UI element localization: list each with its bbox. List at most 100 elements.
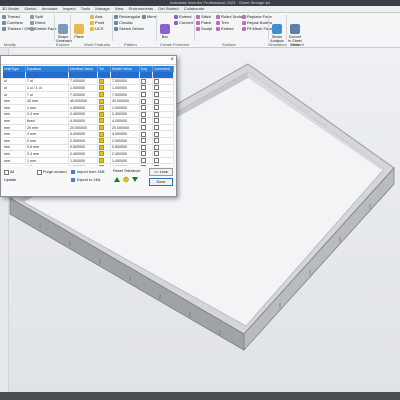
- cell-comment[interactable]: [152, 157, 174, 165]
- tab-get-started[interactable]: Get Started: [156, 6, 180, 12]
- cell-nominal-value[interactable]: 1.000000: [68, 84, 98, 92]
- table-row[interactable]: mm 4 mm 4.000000 4.000000: [3, 130, 174, 138]
- cell-model-value[interactable]: 1.200000: [110, 163, 140, 166]
- cell-tolerance[interactable]: [97, 150, 111, 158]
- cell-comment[interactable]: [152, 124, 174, 132]
- table-row[interactable]: mm1.2 mm1.2000001.200000: [3, 163, 174, 166]
- axis-button[interactable]: Axis: [90, 14, 103, 19]
- tolerance-dot-icon[interactable]: [99, 92, 104, 98]
- cell-key[interactable]: [139, 117, 153, 125]
- cell-comment[interactable]: [152, 163, 174, 166]
- cell-comment[interactable]: [152, 97, 174, 105]
- cell-nominal-value[interactable]: 4.000000: [68, 117, 98, 125]
- cell-model-value[interactable]: 1.000000: [110, 104, 140, 112]
- cell-equation[interactable]: 2 mm: [25, 137, 69, 145]
- export-checkbox[interactable]: [154, 111, 159, 117]
- cell-nominal-value[interactable]: 1.200000: [68, 163, 98, 166]
- cell-nominal-value[interactable]: 7.000000: [68, 78, 98, 86]
- cell-equation[interactable]: 1 ul / 1 ul: [25, 84, 69, 92]
- table-row[interactable]: mm fixed 4.000000 4.000000: [3, 117, 174, 125]
- cell-model-value[interactable]: 0.600000: [110, 144, 140, 152]
- cell-nominal-value[interactable]: 7.000000: [68, 91, 98, 99]
- cell-key[interactable]: [139, 97, 153, 105]
- cell-unit[interactable]: mm: [3, 117, 26, 125]
- tolerance-dot-icon[interactable]: [99, 164, 104, 166]
- export-checkbox[interactable]: [154, 85, 159, 91]
- done-button[interactable]: Done: [149, 178, 173, 186]
- point-button[interactable]: Point: [90, 20, 104, 25]
- key-checkbox[interactable]: [141, 92, 146, 98]
- cell-unit[interactable]: mm: [3, 157, 26, 165]
- extend-surface-button[interactable]: Extend: [216, 26, 233, 31]
- cell-key[interactable]: [139, 163, 153, 166]
- combine-button[interactable]: Combine: [2, 20, 23, 25]
- key-checkbox[interactable]: [141, 125, 146, 131]
- cell-unit[interactable]: mm: [3, 130, 26, 138]
- cell-nominal-value[interactable]: 2.400000: [68, 111, 98, 119]
- cell-unit[interactable]: mm: [3, 144, 26, 152]
- extend-freeform-button[interactable]: Extend: [174, 14, 191, 19]
- cell-equation[interactable]: 2.4 mm: [25, 111, 69, 119]
- convert-freeform-button[interactable]: Convert: [174, 20, 193, 25]
- cell-comment[interactable]: [152, 117, 174, 125]
- split-button[interactable]: Split: [30, 14, 43, 19]
- tolerance-dot-icon[interactable]: [99, 118, 104, 124]
- key-checkbox[interactable]: [141, 144, 146, 150]
- ucs-button[interactable]: UCS: [90, 26, 103, 31]
- cell-comment[interactable]: [152, 137, 174, 145]
- cell-equation[interactable]: 2.4 mm: [25, 150, 69, 158]
- cell-equation[interactable]: 1 mm: [25, 104, 69, 112]
- cell-key[interactable]: [139, 78, 153, 86]
- import-xml-link[interactable]: Import from XML: [77, 170, 105, 174]
- cell-model-value[interactable]: 2.400000: [110, 111, 140, 119]
- tolerance-dot-icon[interactable]: [99, 78, 104, 84]
- close-icon[interactable]: ×: [170, 56, 174, 64]
- table-row[interactable]: ul 7 ul 7.000000 7.000000: [3, 91, 174, 99]
- cell-nominal-value[interactable]: 2.000000: [68, 137, 98, 145]
- tolerance-dot-icon[interactable]: [99, 144, 104, 150]
- cell-nominal-value[interactable]: 4.000000: [68, 130, 98, 138]
- export-checkbox[interactable]: [154, 138, 159, 144]
- cell-unit[interactable]: mm: [3, 97, 26, 105]
- cell-key[interactable]: [139, 130, 153, 138]
- cell-tolerance[interactable]: [97, 144, 111, 152]
- cell-key[interactable]: [139, 84, 153, 92]
- cell-model-value[interactable]: 4.000000: [110, 117, 140, 125]
- key-checkbox[interactable]: [141, 138, 146, 144]
- export-checkbox[interactable]: [154, 105, 159, 111]
- cell-equation[interactable]: fixed: [25, 117, 69, 125]
- tab-view[interactable]: View: [113, 6, 126, 12]
- cell-tolerance[interactable]: [97, 137, 111, 145]
- tolerance-dot-icon[interactable]: [99, 125, 104, 131]
- export-checkbox[interactable]: [154, 92, 159, 98]
- cell-equation[interactable]: 7 ul: [25, 78, 69, 86]
- export-checkbox[interactable]: [154, 158, 159, 164]
- cell-nominal-value[interactable]: 0.600000: [68, 144, 98, 152]
- key-checkbox[interactable]: [141, 151, 146, 157]
- cell-nominal-value[interactable]: 1.000000: [68, 157, 98, 165]
- median-tolerance-icon[interactable]: [123, 176, 129, 183]
- table-row[interactable]: mm 2 mm 2.000000 2.000000: [3, 137, 174, 145]
- tab-sketch[interactable]: Sketch: [22, 6, 38, 12]
- cell-equation[interactable]: 20 mm: [25, 124, 69, 132]
- cell-unit[interactable]: mm: [3, 104, 26, 112]
- cell-model-value[interactable]: 1.000000: [110, 157, 140, 165]
- cell-unit[interactable]: ul: [3, 84, 26, 92]
- cell-key[interactable]: [139, 150, 153, 158]
- cell-key[interactable]: [139, 137, 153, 145]
- cell-tolerance[interactable]: [97, 91, 111, 99]
- tab-environments[interactable]: Environments: [127, 6, 155, 12]
- cell-key[interactable]: [139, 157, 153, 165]
- export-checkbox[interactable]: [154, 125, 159, 131]
- tolerance-dot-icon[interactable]: [99, 158, 104, 164]
- cell-equation[interactable]: 1.2 mm: [25, 163, 69, 166]
- thread-button[interactable]: Thread: [2, 14, 20, 19]
- tab-manage[interactable]: Manage: [93, 6, 111, 12]
- cell-comment[interactable]: [152, 104, 174, 112]
- export-xml-link[interactable]: Export to XML: [77, 178, 101, 182]
- cell-comment[interactable]: [152, 91, 174, 99]
- cell-unit[interactable]: mm: [3, 150, 26, 158]
- tab-3d-model[interactable]: 3D Model: [0, 6, 21, 12]
- cell-tolerance[interactable]: [97, 163, 111, 166]
- export-checkbox[interactable]: [154, 118, 159, 124]
